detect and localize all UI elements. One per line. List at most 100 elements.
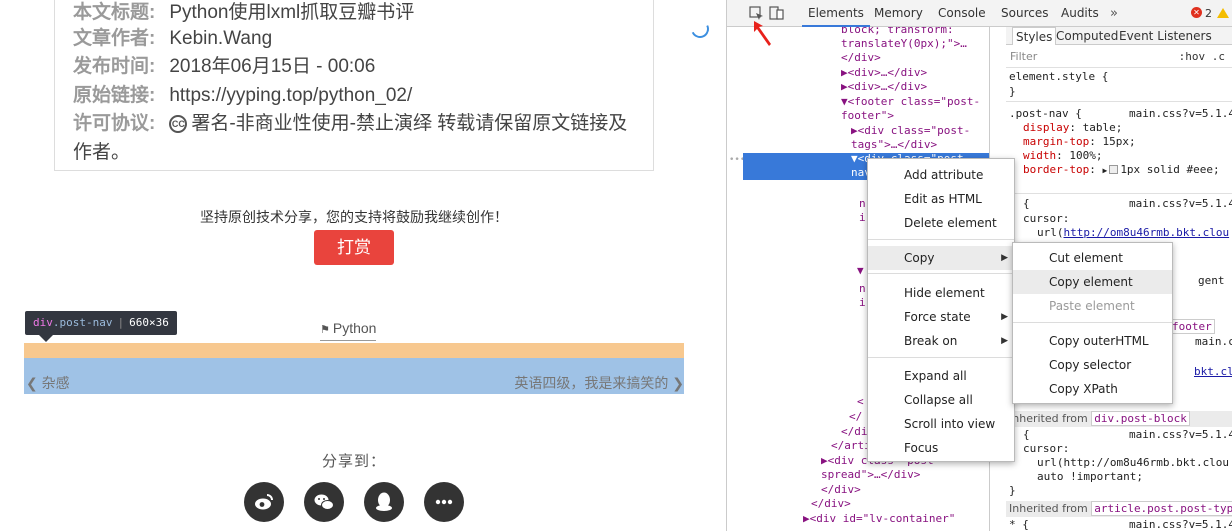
rule-open: * { [1009, 518, 1029, 531]
menu-expand-all[interactable]: Expand all [868, 364, 1014, 388]
menu-hide-element[interactable]: Hide element [868, 281, 1014, 305]
license-link[interactable]: 署名-非商业性使用-禁止演绎 转载请保留原文链接及 [191, 113, 627, 134]
menu-delete-element[interactable]: Delete element [868, 211, 1014, 235]
tab-elements[interactable]: Elements [802, 0, 870, 27]
menu-collapse-all[interactable]: Collapse all [868, 388, 1014, 412]
footer-chip[interactable]: footer [1169, 319, 1215, 334]
dom-line[interactable]: </ [849, 410, 862, 425]
prop-name: display [1023, 121, 1070, 134]
copy-submenu: Cut element Copy element Paste element C… [1012, 242, 1173, 404]
post-nav-selector[interactable]: .post-nav { [1009, 107, 1082, 120]
dom-line[interactable]: translateY(0px);">… [841, 37, 967, 52]
dom-line[interactable]: </div> [811, 497, 851, 512]
inherited-chip[interactable]: div.post-block [1091, 411, 1190, 426]
post-tag[interactable]: ⚑ Python [320, 320, 377, 341]
css-prop[interactable]: margin-top: 15px; [1023, 135, 1136, 148]
reward-button[interactable]: 打赏 [314, 230, 394, 265]
wechat-share-button[interactable] [304, 482, 344, 522]
meta-key: 发布时间: [73, 56, 156, 77]
dom-line[interactable]: </div> [841, 51, 881, 66]
tab-event-listeners[interactable]: Event Listeners [1116, 27, 1215, 45]
devtools-panel: Elements Memory Console Sources Audits »… [726, 0, 1232, 531]
cursor-rule-source[interactable]: main.css?v=5.1.4 [1129, 197, 1232, 210]
tab-sources[interactable]: Sources [995, 0, 1054, 27]
footer-link[interactable]: bkt.clou [1194, 365, 1232, 378]
inherited-header: Inherited from article.post.post-typ [1006, 501, 1232, 517]
menu-copy-element[interactable]: Copy element [1013, 270, 1172, 294]
inherited-prop[interactable]: url(http://om8u46rmb.bkt.clou [1037, 456, 1229, 469]
error-count[interactable]: 2 [1205, 0, 1212, 27]
css-prop[interactable]: display: table; [1023, 121, 1122, 134]
inherited-source[interactable]: main.css?v=5.1.4 [1129, 428, 1232, 441]
footer-source[interactable]: main.css?v=5.1.4 [1195, 335, 1232, 348]
footer-chip-label[interactable]: footer [1169, 319, 1215, 334]
dom-line[interactable]: </arti [831, 439, 871, 454]
dom-line-fragment[interactable]: ▼ [857, 264, 864, 279]
cursor-url-link[interactable]: http://om8u46rmb.bkt.clou [1064, 226, 1230, 239]
page-preview: 本文标题: Python使用lxml抓取豆瓣书评 文章作者: Kebin.Wang … [0, 0, 726, 531]
inherited-prop[interactable]: cursor: [1023, 442, 1069, 455]
dom-line-fragment[interactable]: n [859, 282, 866, 297]
color-swatch[interactable] [1109, 165, 1119, 174]
cursor-prop[interactable]: cursor: [1023, 212, 1069, 225]
qq-share-button[interactable] [364, 482, 404, 522]
hov-toggle[interactable]: :hov .c [1179, 46, 1225, 68]
submenu-arrow-icon: ▶ [1001, 336, 1008, 346]
dom-line[interactable]: footer"> [841, 109, 894, 124]
footer-url-link[interactable]: bkt.clou [1194, 365, 1232, 378]
menu-copy-outerhtml[interactable]: Copy outerHTML [1013, 329, 1172, 353]
dom-line[interactable]: tags">…</div> [851, 138, 937, 153]
prev-post-link[interactable]: ❮ 杂感 [26, 373, 70, 393]
inherited-chip[interactable]: article.post.post-typ [1091, 501, 1232, 516]
original-link[interactable]: https://yyping.top/python_02/ [169, 85, 412, 106]
dom-line[interactable]: ▶<div id="lv-container" [803, 512, 955, 527]
element-style-rule[interactable]: element.style { [1009, 70, 1108, 83]
menu-force-state[interactable]: Force state ▶ [868, 305, 1014, 329]
cursor-value[interactable]: url(http://om8u46rmb.bkt.clou [1037, 226, 1229, 239]
expand-triangle-icon[interactable]: ▶ [1102, 166, 1107, 175]
dom-line[interactable]: ▶<div class="post- [851, 124, 970, 139]
dom-line[interactable]: ▶<div>…</div> [841, 80, 927, 95]
dom-line-fragment[interactable]: i [859, 211, 866, 226]
dom-line[interactable]: spread">…</div> [821, 468, 920, 483]
styles-filter-input[interactable]: Filter:hov .c [1006, 46, 1232, 68]
inherited-source[interactable]: main.css?v=5.1.4 [1129, 518, 1232, 531]
menu-add-attribute[interactable]: Add attribute [868, 163, 1014, 187]
wechat-icon [314, 494, 334, 510]
dom-line[interactable]: block; transform: [841, 27, 954, 38]
tag-label: Python [332, 320, 377, 336]
inherited-prop[interactable]: auto !important; [1037, 470, 1143, 483]
menu-break-on[interactable]: Break on ▶ [868, 329, 1014, 353]
dom-line[interactable]: </div> [821, 483, 861, 498]
css-prop[interactable]: width: 100%; [1023, 149, 1103, 162]
tooltip-separator: | [117, 316, 125, 329]
next-post-link[interactable]: 英语四级，我是来搞笑的 ❯ [514, 373, 684, 393]
menu-focus[interactable]: Focus [868, 436, 1014, 460]
tab-memory[interactable]: Memory [868, 0, 929, 27]
chevron-right-icon: ❯ [668, 375, 684, 391]
dom-line[interactable]: ▼<footer class="post- [841, 95, 980, 110]
tab-computed[interactable]: Computed [1053, 27, 1121, 45]
tab-audits[interactable]: Audits [1055, 0, 1105, 27]
menu-copy[interactable]: Copy ▶ [868, 246, 1014, 270]
dom-line-fragment[interactable]: n [859, 197, 866, 212]
more-share-button[interactable] [424, 482, 464, 522]
dom-line-fragment[interactable]: < [857, 395, 864, 410]
tab-styles[interactable]: Styles [1012, 27, 1057, 45]
menu-cut-element[interactable]: Cut element [1013, 246, 1172, 270]
dom-line[interactable]: ▶<div>…</div> [841, 66, 927, 81]
dom-line[interactable]: </di [841, 425, 868, 440]
dom-line-fragment[interactable]: i [859, 296, 866, 311]
margin-highlight [24, 343, 684, 358]
menu-scroll-into-view[interactable]: Scroll into view [868, 412, 1014, 436]
tab-console[interactable]: Console [932, 0, 992, 27]
post-nav-source[interactable]: main.css?v=5.1.4 [1129, 107, 1232, 120]
more-tabs-button[interactable]: » [1110, 0, 1118, 27]
warning-icon [1217, 8, 1229, 18]
menu-copy-selector[interactable]: Copy selector [1013, 353, 1172, 377]
prop-name: margin-top [1023, 135, 1090, 148]
css-prop[interactable]: border-top: ▶ 1px solid #eee; [1023, 163, 1220, 176]
menu-copy-xpath[interactable]: Copy XPath [1013, 377, 1172, 401]
weibo-share-button[interactable] [244, 482, 284, 522]
menu-edit-as-html[interactable]: Edit as HTML [868, 187, 1014, 211]
